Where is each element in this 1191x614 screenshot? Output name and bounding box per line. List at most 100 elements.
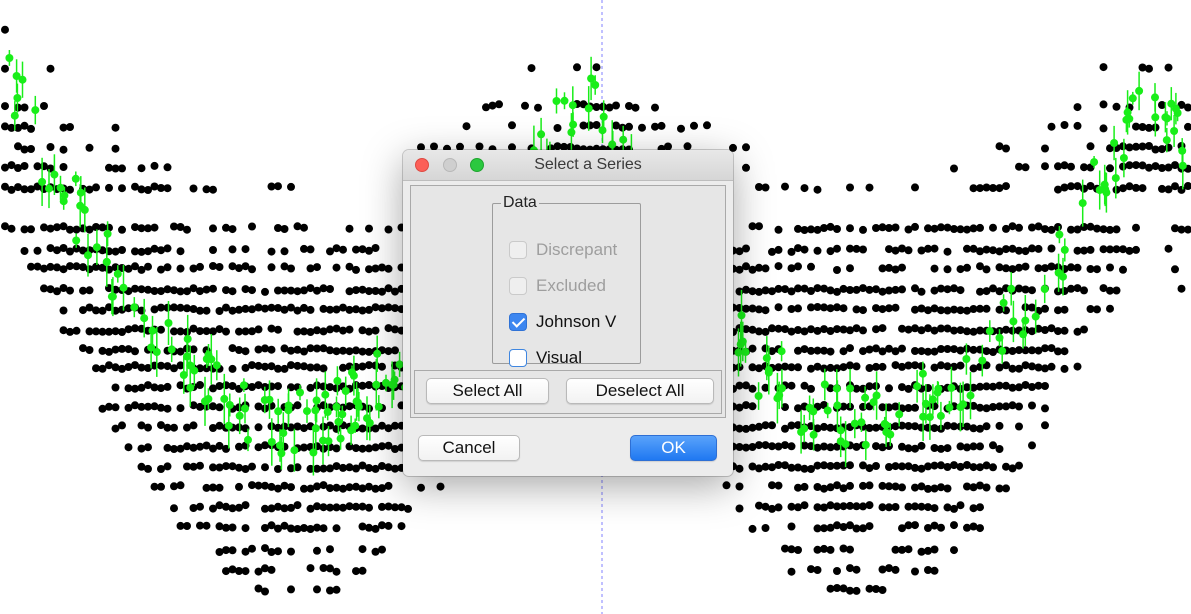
visual-point — [1, 64, 9, 73]
visual-point — [150, 161, 159, 170]
series-option-visual[interactable]: Visual — [509, 347, 582, 369]
johnson-v-point — [239, 381, 248, 390]
visual-point — [163, 382, 172, 391]
visual-point — [826, 347, 835, 356]
visual-point — [846, 224, 854, 233]
visual-point — [833, 225, 841, 233]
visual-point — [761, 306, 770, 315]
visual-point — [228, 364, 237, 373]
visual-point — [963, 263, 971, 272]
johnson-v-point — [1031, 312, 1040, 321]
select-all-button[interactable]: Select All — [426, 378, 549, 404]
visual-point — [761, 524, 770, 532]
johnson-v-point — [777, 347, 786, 356]
visual-point — [261, 587, 269, 596]
visual-point — [1015, 422, 1023, 431]
visual-point — [176, 264, 185, 273]
dialog-titlebar[interactable]: Select a Series — [403, 150, 733, 181]
visual-point — [943, 444, 952, 453]
series-option-excluded: Excluded — [509, 275, 606, 297]
johnson-v-point — [895, 410, 904, 419]
visual-point — [228, 245, 237, 254]
visual-point — [176, 481, 185, 490]
johnson-v-point — [38, 177, 47, 186]
johnson-v-point — [945, 403, 954, 412]
visual-point — [1028, 441, 1036, 450]
visual-point — [365, 404, 373, 413]
visual-point — [274, 382, 282, 391]
visual-point — [59, 145, 68, 154]
visual-point — [436, 482, 445, 491]
visual-point — [241, 567, 250, 576]
johnson-v-point — [1162, 136, 1171, 145]
visual-point — [787, 522, 796, 531]
johnson-v-point — [311, 424, 320, 433]
johnson-v-point — [741, 347, 750, 356]
visual-point — [332, 444, 341, 453]
visual-point — [248, 544, 256, 553]
visual-point — [930, 504, 939, 513]
visual-point — [527, 64, 536, 73]
visual-point — [891, 503, 900, 511]
johnson-v-checkbox[interactable] — [509, 313, 527, 331]
visual-point — [384, 481, 393, 490]
visual-point — [111, 403, 120, 412]
visual-point — [976, 223, 984, 232]
visual-point — [1047, 122, 1056, 131]
visual-point — [859, 225, 867, 234]
visual-point — [677, 124, 685, 133]
ok-button[interactable]: OK — [630, 435, 717, 461]
visual-checkbox[interactable] — [509, 349, 527, 367]
johnson-v-point — [60, 191, 69, 200]
visual-point — [111, 383, 120, 392]
visual-point — [241, 245, 250, 254]
visual-point — [293, 501, 302, 510]
johnson-v-point — [857, 418, 866, 427]
johnson-v-point — [1060, 245, 1069, 254]
visual-point — [144, 262, 152, 271]
johnson-v-point — [241, 404, 249, 413]
johnson-v-point — [985, 327, 994, 336]
visual-point — [937, 523, 945, 532]
johnson-v-point — [762, 354, 771, 363]
cancel-button[interactable]: Cancel — [418, 435, 520, 461]
visual-point — [1021, 262, 1030, 271]
johnson-v-point — [5, 54, 14, 62]
visual-point — [144, 443, 152, 452]
johnson-v-point — [277, 449, 286, 458]
visual-point — [1015, 402, 1023, 411]
visual-label[interactable]: Visual — [536, 348, 582, 368]
visual-point — [326, 545, 334, 554]
visual-point — [735, 482, 744, 491]
visual-point — [735, 363, 744, 372]
johnson-v-point — [1135, 86, 1144, 95]
johnson-v-point — [72, 236, 81, 245]
visual-point — [553, 124, 562, 132]
deselect-all-button[interactable]: Deselect All — [566, 378, 714, 404]
visual-point — [20, 162, 29, 170]
visual-point — [826, 545, 835, 554]
johnson-v-label[interactable]: Johnson V — [536, 312, 616, 332]
visual-point — [1112, 225, 1121, 234]
visual-point — [313, 263, 321, 272]
johnson-v-point — [1178, 161, 1187, 170]
series-option-johnson-v[interactable]: Johnson V — [509, 311, 616, 333]
visual-point — [1164, 244, 1173, 253]
johnson-v-point — [220, 394, 229, 403]
visual-point — [33, 246, 42, 255]
visual-point — [859, 326, 867, 335]
visual-point — [20, 247, 29, 255]
visual-point — [982, 304, 991, 313]
visual-point — [930, 244, 939, 253]
visual-point — [27, 225, 35, 234]
visual-point — [508, 121, 516, 130]
johnson-v-point — [1054, 268, 1063, 277]
visual-point — [228, 225, 237, 234]
johnson-v-point — [809, 407, 818, 416]
visual-point — [995, 421, 1004, 430]
visual-point — [1060, 121, 1069, 129]
visual-point — [1073, 263, 1082, 272]
visual-point — [1164, 143, 1173, 152]
visual-point — [742, 244, 750, 253]
visual-point — [85, 286, 94, 295]
